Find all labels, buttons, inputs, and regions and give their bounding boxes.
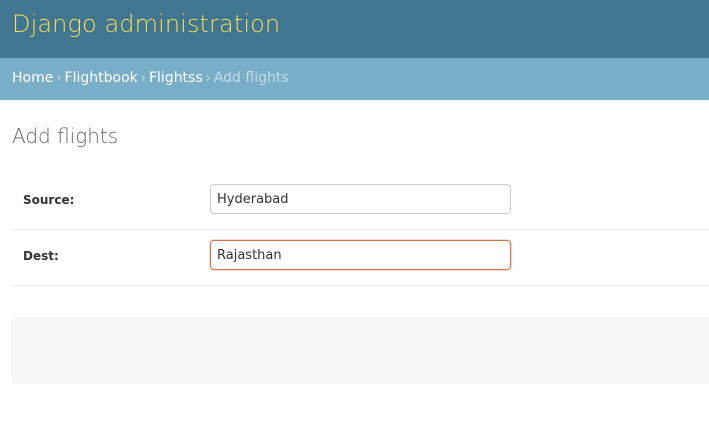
header: Django administration	[0, 0, 709, 58]
source-input[interactable]	[210, 184, 511, 214]
form-row-dest: Dest:	[12, 229, 709, 286]
breadcrumb-separator: ›	[205, 71, 211, 86]
form-row-source: Source:	[12, 173, 709, 230]
breadcrumb-model-link[interactable]: Flightss	[149, 70, 203, 86]
breadcrumb-separator: ›	[140, 71, 146, 86]
breadcrumb-current: Add flights	[213, 70, 289, 86]
breadcrumb-app-link[interactable]: Flightbook	[65, 70, 138, 86]
submit-row	[12, 318, 709, 383]
source-label: Source:	[23, 193, 75, 207]
dest-label: Dest:	[23, 249, 59, 263]
dest-input[interactable]	[210, 240, 511, 270]
site-name-link[interactable]: Django administration	[12, 10, 280, 38]
breadcrumb: Home › Flightbook › Flightss › Add flights	[0, 58, 709, 100]
breadcrumb-list: Home › Flightbook › Flightss › Add flights	[12, 70, 289, 86]
page-title: Add flights	[12, 124, 119, 148]
breadcrumb-separator: ›	[56, 71, 62, 86]
breadcrumb-home-link[interactable]: Home	[12, 70, 53, 86]
